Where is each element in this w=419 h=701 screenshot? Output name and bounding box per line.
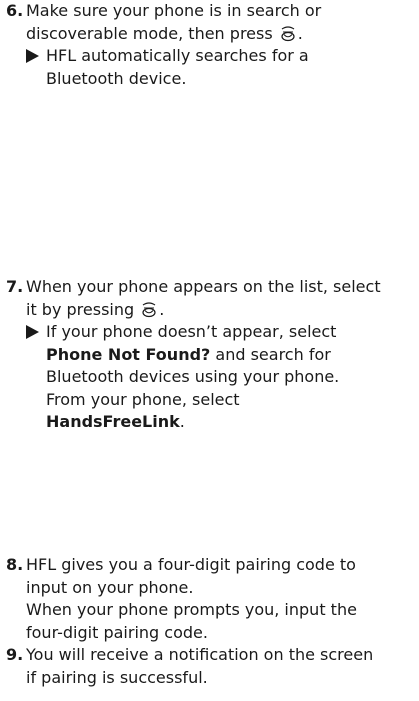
arrow-icon bbox=[26, 325, 39, 339]
selector-knob-icon bbox=[142, 301, 156, 317]
device-name-handsfreelink: HandsFreeLink bbox=[46, 412, 180, 431]
step-number: 8. bbox=[6, 555, 24, 574]
step-number: 7. bbox=[6, 277, 24, 296]
step-text: it by pressing . bbox=[26, 299, 165, 319]
selector-knob-icon bbox=[281, 25, 295, 41]
step-6: 6. Make sure your phone is in search or … bbox=[6, 0, 416, 90]
menu-option-phone-not-found: Phone Not Found? bbox=[46, 344, 211, 364]
step-8: 8. HFL gives you a four-digit pairing co… bbox=[6, 555, 357, 642]
step-text: When your phone appears on the list, sel… bbox=[26, 277, 381, 296]
step-note: If your phone doesn’t appear, select Pho… bbox=[6, 321, 416, 434]
arrow-icon bbox=[26, 49, 39, 63]
step-text: Make sure your phone is in search or bbox=[26, 1, 322, 20]
step-note: HFL automatically searches for a Bluetoo… bbox=[6, 45, 416, 90]
step-number: 6. bbox=[6, 1, 24, 20]
step-text: discoverable mode, then press . bbox=[26, 23, 303, 43]
step-7: 7. When your phone appears on the list, … bbox=[6, 276, 416, 434]
step-number: 9. bbox=[6, 645, 24, 664]
step-9: 9. You will receive a notification on th… bbox=[6, 645, 374, 687]
